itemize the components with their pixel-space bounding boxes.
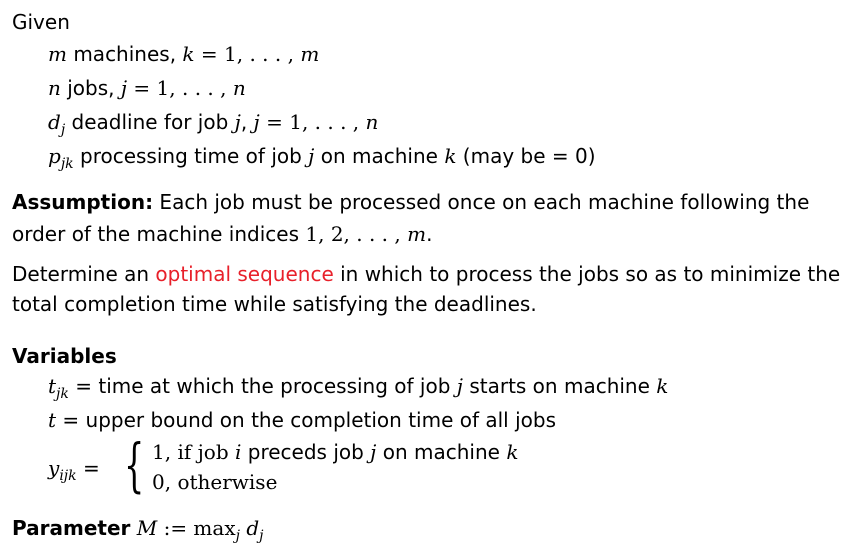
given-jobs: n jobs, j = 1, . . . , n <box>48 76 246 100</box>
parameter-label: Parameter <box>12 516 131 540</box>
cases-brace: { <box>124 431 145 499</box>
assumption-line-1: Assumption: Each job must be processed o… <box>12 190 810 214</box>
variable-y-lhs: yijk = <box>48 456 100 484</box>
assumption-line-2: order of the machine indices 1, 2, . . .… <box>12 222 433 246</box>
given-machines: m machines, k = 1, . . . , m <box>48 42 320 66</box>
variable-t-jk: tjk = time at which the processing of jo… <box>48 374 669 402</box>
variable-y-case-1: 1, if job i preceds job j on machine k <box>152 440 519 464</box>
determine-line-2: total completion time while satisfying t… <box>12 292 537 316</box>
parameter-line: Parameter M := maxj dj <box>12 516 264 544</box>
given-heading: Given <box>12 10 70 34</box>
determine-line-1: Determine an optimal sequence in which t… <box>12 262 841 286</box>
document-page: Given m machines, k = 1, . . . , m n job… <box>0 0 857 556</box>
given-processing: pjk processing time of job j on machine … <box>48 144 596 172</box>
given-deadline: dj deadline for job j, j = 1, . . . , n <box>48 110 379 138</box>
variable-y-case-2: 0, otherwise <box>152 470 278 494</box>
variable-t: t = upper bound on the completion time o… <box>48 408 557 432</box>
assumption-label: Assumption: <box>12 190 154 214</box>
variables-heading: Variables <box>12 344 117 368</box>
optimal-sequence-highlight: optimal sequence <box>155 262 334 286</box>
